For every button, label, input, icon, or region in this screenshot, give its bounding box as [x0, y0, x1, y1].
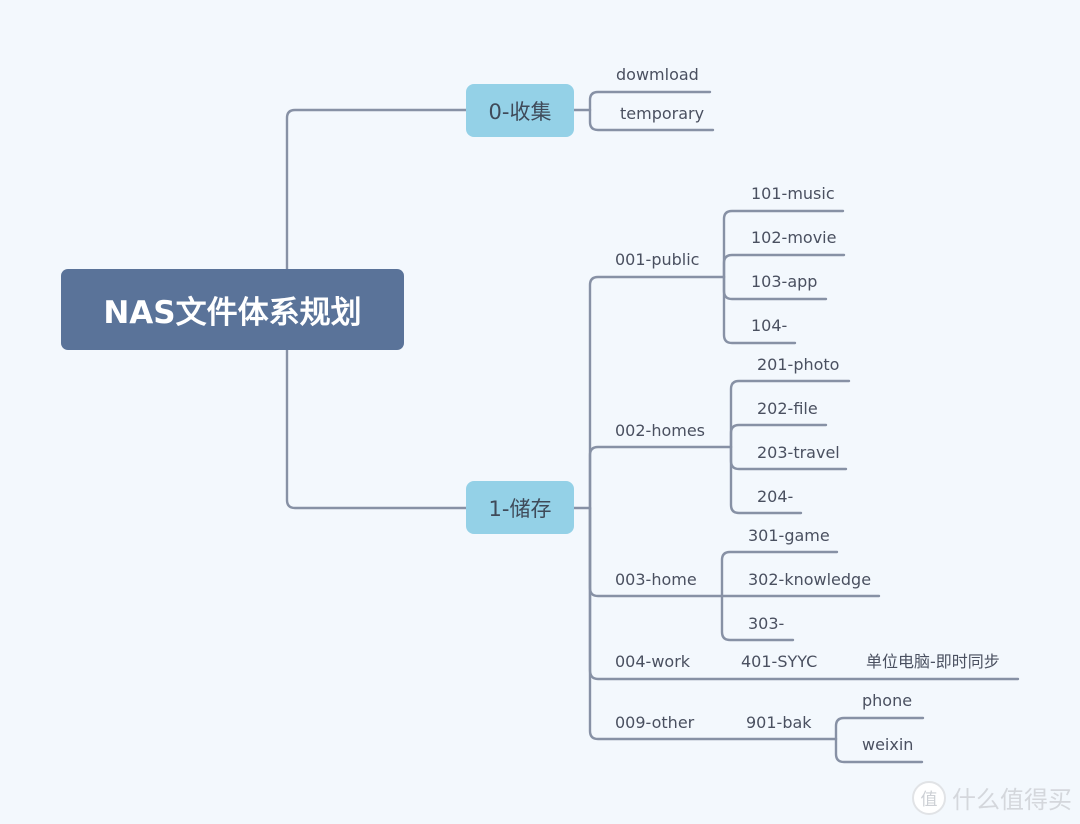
- node-101-music[interactable]: 101-music: [751, 184, 835, 204]
- node-203-travel[interactable]: 203-travel: [757, 443, 840, 463]
- node-401-syyc[interactable]: 401-SYYC: [741, 652, 817, 672]
- node-302-knowledge[interactable]: 302-knowledge: [748, 570, 871, 590]
- connector-public: [588, 275, 726, 510]
- node-204[interactable]: 204-: [757, 487, 793, 507]
- node-storage[interactable]: 1-储存: [466, 481, 574, 534]
- connector-homes: [588, 445, 733, 510]
- node-009-other[interactable]: 009-other: [615, 713, 694, 733]
- node-303[interactable]: 303-: [748, 614, 784, 634]
- node-001-public[interactable]: 001-public: [615, 250, 699, 270]
- node-901-bak[interactable]: 901-bak: [746, 713, 812, 733]
- node-003-home[interactable]: 003-home: [615, 570, 697, 590]
- node-004-work[interactable]: 004-work: [615, 652, 690, 672]
- watermark-badge-icon: 值: [912, 780, 946, 815]
- node-collect[interactable]: 0-收集: [466, 84, 574, 137]
- root-node[interactable]: NAS文件体系规划: [61, 269, 404, 350]
- node-dowmload[interactable]: dowmload: [616, 65, 699, 85]
- root-label: NAS文件体系规划: [103, 295, 362, 331]
- node-storage-label: 1-储存: [488, 496, 552, 521]
- node-103-app[interactable]: 103-app: [751, 272, 817, 292]
- connector-root-to-collect: [285, 108, 468, 271]
- node-102-movie[interactable]: 102-movie: [751, 228, 836, 248]
- node-phone[interactable]: phone: [862, 691, 912, 711]
- watermark-text: 什么值得买: [952, 786, 1072, 814]
- node-collect-label: 0-收集: [488, 99, 552, 124]
- node-office-pc-sync[interactable]: 单位电脑-即时同步: [866, 652, 1000, 672]
- node-301-game[interactable]: 301-game: [748, 526, 830, 546]
- node-202-file[interactable]: 202-file: [757, 399, 818, 419]
- node-104[interactable]: 104-: [751, 316, 787, 336]
- node-201-photo[interactable]: 201-photo: [757, 355, 839, 375]
- connector-root-to-storage: [285, 348, 468, 510]
- node-weixin[interactable]: weixin: [862, 735, 913, 755]
- node-temporary[interactable]: temporary: [620, 104, 704, 124]
- watermark: 值 什么值得买: [912, 780, 1072, 815]
- node-002-homes[interactable]: 002-homes: [615, 421, 705, 441]
